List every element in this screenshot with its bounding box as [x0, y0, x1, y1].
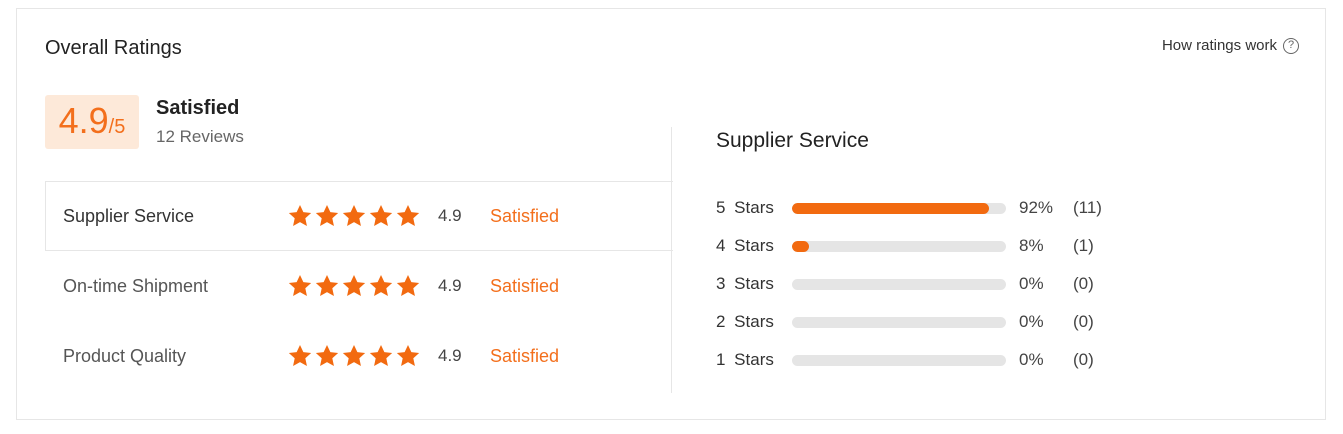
distribution-row-2: 2 Stars 0% (0)	[716, 303, 1102, 341]
category-status: Satisfied	[490, 275, 560, 296]
category-score: 4.9	[438, 346, 462, 365]
distribution-count: (11)	[1073, 198, 1102, 217]
star-icon	[369, 344, 393, 366]
star-icon	[315, 344, 339, 366]
star-icon	[342, 344, 366, 366]
star-icon	[288, 344, 312, 366]
distribution-label: 2 Stars	[716, 312, 774, 331]
distribution-bar-track	[792, 202, 1006, 214]
distribution-count: (1)	[1073, 236, 1094, 255]
star-icon	[369, 204, 393, 226]
category-status: Satisfied	[490, 205, 560, 226]
distribution-count: (0)	[1073, 312, 1094, 331]
category-row-supplier-service[interactable]: Supplier Service 4.9 Satisfied	[45, 181, 673, 251]
overall-score-label: Satisfied	[156, 97, 240, 119]
panel-divider	[671, 127, 672, 393]
overall-score: 4.9	[58, 100, 109, 141]
distribution-percent: 92%	[1019, 198, 1054, 217]
category-score: 4.9	[438, 276, 462, 295]
distribution-count: (0)	[1073, 350, 1094, 369]
star-icon	[342, 274, 366, 296]
category-score: 4.9	[438, 206, 462, 225]
star-icon	[288, 204, 312, 226]
distribution-row-3: 3 Stars 0% (0)	[716, 265, 1102, 303]
star-rating	[287, 203, 438, 229]
distribution-row-5: 5 Stars 92% (11)	[716, 189, 1102, 227]
star-icon	[396, 344, 420, 366]
category-status: Satisfied	[490, 345, 560, 366]
card-title: Overall Ratings	[45, 37, 182, 59]
category-label: Product Quality	[63, 345, 187, 366]
distribution-label: 4 Stars	[716, 236, 774, 255]
star-icon	[396, 204, 420, 226]
distribution-label: 3 Stars	[716, 274, 774, 293]
star-icon	[342, 204, 366, 226]
star-rating	[287, 273, 438, 299]
star-icon	[396, 274, 420, 296]
category-label: On-time Shipment	[63, 275, 209, 296]
distribution-bar-fill	[792, 240, 810, 252]
distribution-percent: 8%	[1019, 236, 1044, 255]
distribution-bar-track	[792, 354, 1006, 366]
category-label: Supplier Service	[63, 205, 195, 226]
distribution-row-4: 4 Stars 8% (1)	[716, 227, 1102, 265]
star-icon	[288, 274, 312, 296]
distribution-label: 1 Stars	[716, 350, 774, 369]
score-max: 5	[114, 116, 126, 138]
distribution-percent: 0%	[1019, 312, 1044, 331]
star-icon	[315, 274, 339, 296]
question-circle-icon: ?	[1283, 37, 1299, 54]
category-ratings-list: Supplier Service 4.9 Satisfied On-time S…	[45, 181, 673, 391]
distribution-bar-track	[792, 316, 1006, 328]
distribution-percent: 0%	[1019, 350, 1044, 369]
review-count: 12 Reviews	[156, 127, 244, 146]
detail-title: Supplier Service	[716, 129, 869, 152]
distribution-bar-fill	[792, 202, 989, 214]
overall-score-badge: 4.9 / 5	[45, 95, 139, 149]
how-ratings-work-link[interactable]: How ratings work ?	[1162, 37, 1299, 54]
star-icon	[315, 204, 339, 226]
category-row-product-quality[interactable]: Product Quality 4.9 Satisfied	[45, 321, 673, 391]
distribution-row-1: 1 Stars 0% (0)	[716, 341, 1102, 379]
star-icon	[369, 274, 393, 296]
star-rating	[287, 343, 438, 369]
category-row-on-time-shipment[interactable]: On-time Shipment 4.9 Satisfied	[45, 251, 673, 321]
help-link-label: How ratings work	[1161, 37, 1277, 54]
overall-ratings-card: Overall Ratings How ratings work ? 4.9 /…	[16, 8, 1326, 420]
distribution-label: 5 Stars	[716, 198, 774, 217]
distribution-bar-track	[792, 278, 1006, 290]
distribution-percent: 0%	[1019, 274, 1044, 293]
star-distribution: 5 Stars 92% (11) 4 Stars 8% (1) 3 Stars …	[716, 189, 1102, 379]
distribution-count: (0)	[1073, 274, 1094, 293]
distribution-bar-track	[792, 240, 1006, 252]
